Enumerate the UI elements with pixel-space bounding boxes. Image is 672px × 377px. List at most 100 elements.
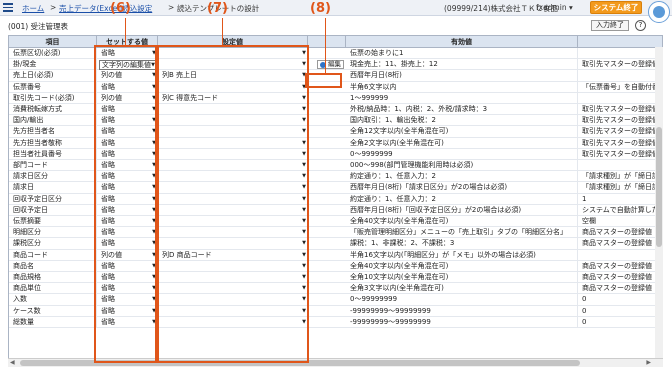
row-item-label: ケース数 <box>9 305 97 317</box>
user-menu[interactable]: fxadmin ▾ <box>536 3 573 12</box>
valid-value-text: 課税：1、非課税：2、不課税：3 <box>346 238 578 250</box>
valid-value-text: 全角12文字以内(全半角混在可) <box>346 126 578 138</box>
valid-value-text: 全角2文字以内(全半角混在可) <box>346 137 578 149</box>
default-value-text <box>578 250 662 261</box>
hamburger-menu-icon[interactable] <box>3 3 13 12</box>
default-value-text: 商品マスターの登録値 <box>582 273 652 281</box>
default-value-text: 取引先マスターの登録値 <box>582 138 659 147</box>
row-item-label: 入数 <box>9 294 97 306</box>
edit-label: 編集 <box>328 60 341 69</box>
row-item-label: 先方担当者名 <box>9 126 97 138</box>
valid-value-text: 国内取引：1、輸出免税：2 <box>346 115 578 127</box>
row-item-label: 国内/輸出 <box>9 115 97 127</box>
column-header-valid-value: 有効値 <box>346 36 578 48</box>
valid-value-text: 全角3文字以内(全半角混在可) <box>346 283 578 295</box>
valid-value-text: 西暦年月日(8桁) <box>346 70 578 82</box>
breadcrumb-home[interactable]: ホーム <box>22 3 44 14</box>
default-value-text: 商品マスターの登録値 <box>582 284 652 293</box>
default-value-text: 取引先マスターの登録値 <box>582 149 659 158</box>
valid-value-text: 伝票の始まりに1 <box>346 48 578 59</box>
default-value-text: 商品マスターの登録値 <box>582 239 652 248</box>
callout-8-line <box>325 18 326 74</box>
row-item-label: 総数量 <box>9 316 97 328</box>
valid-value-text: 全角40文字以内(全半角混在可) <box>346 260 578 272</box>
vertical-scroll-thumb[interactable] <box>656 127 662 247</box>
breadcrumb-sales-import[interactable]: 売上データ(Excel)読込設定 <box>59 3 152 14</box>
default-value-text: 「請求種別」が「締日請 <box>582 172 659 181</box>
breadcrumb-separator: > <box>168 3 175 12</box>
default-value-text: 取引先マスターの登録値 <box>582 60 659 69</box>
valid-value-text: 000〜998(部門管理機能利用時は必須) <box>346 160 578 171</box>
row-item-label: 請求日区分 <box>9 171 97 183</box>
column-header-edit <box>308 36 346 48</box>
row-item-label: 消費税転嫁方式 <box>9 104 97 115</box>
valid-value-text: 1〜999999 <box>346 92 578 104</box>
row-item-label: 伝票番号 <box>9 81 97 93</box>
default-value-text: 0 <box>582 306 587 315</box>
row-item-label: 売上日(必須) <box>9 70 97 82</box>
valid-value-text: 0〜9999999 <box>346 148 578 160</box>
valid-value-text: 約定通り：1、任意入力：2 <box>346 193 578 205</box>
input-end-button[interactable]: 入力終了 <box>591 20 629 31</box>
valid-value-text: -99999999〜99999999 <box>346 305 578 317</box>
valid-value-text: 西暦年月日(8桁)「回収予定日区分」が2の場合は必須) <box>346 204 578 216</box>
column-header-extra <box>578 36 662 48</box>
default-value-text: 「伝票番号」を自動付番 <box>582 82 659 91</box>
row-item-label: 課税区分 <box>9 238 97 250</box>
top-bar: ホーム > 売上データ(Excel)読込設定 > 読込テンプレートの設計 (09… <box>0 0 672 23</box>
default-value-text: 商品マスターの登録値 <box>582 228 652 237</box>
system-exit-button[interactable]: システム終了 <box>590 1 642 14</box>
column-header-item: 項目 <box>9 36 97 48</box>
row-item-label: 明細区分 <box>9 227 97 239</box>
default-value-text: 取引先マスターの登録値 <box>582 116 659 125</box>
valid-value-text: 西暦年月日(8桁)「請求日区分」が2の場合は必須) <box>346 182 578 194</box>
valid-value-text: 半角6文字以内 <box>346 81 578 93</box>
valid-value-text: 0〜99999999 <box>346 294 578 306</box>
valid-value-text: 全角10文字以内(全半角混在可) <box>346 272 578 283</box>
valid-value-text: 半角16文字以内(「明細区分」が「メモ」以外の場合は必須) <box>346 249 578 261</box>
default-value-text <box>578 48 662 59</box>
row-item-label: 掛/現金 <box>9 59 97 71</box>
default-value-text: 0 <box>582 317 587 326</box>
default-value-text: 取引先マスターの登録値 <box>582 105 659 113</box>
default-value-text <box>578 70 662 81</box>
avatar[interactable] <box>648 1 670 23</box>
row-item-label: 取引先コード(必須) <box>9 92 97 104</box>
default-value-text <box>578 93 662 104</box>
valid-value-text: 外税/納品時：1、内税：2、外税/請求時：3 <box>346 104 578 115</box>
valid-value-text: 現金売上：11、掛売上：12 <box>346 59 578 71</box>
scroll-left-icon[interactable]: ◀ <box>10 359 15 366</box>
row-item-label: 請求日 <box>9 182 97 194</box>
default-value-text: 取引先マスターの登録値 <box>582 127 659 136</box>
highlight-set-value-column <box>94 45 157 363</box>
default-value-text: 「請求種別」が「締日請 <box>582 183 659 192</box>
row-item-label: 部門コード <box>9 160 97 171</box>
help-icon[interactable]: ? <box>635 20 646 31</box>
row-item-label: 伝票摘要 <box>9 216 97 227</box>
row-item-label: 回収予定日 <box>9 204 97 216</box>
row-item-label: 商品コード <box>9 249 97 261</box>
callout-7: (7) <box>207 1 228 16</box>
page-title: (001) 受注管理表 <box>8 22 69 31</box>
default-value-text: 1 <box>582 194 587 203</box>
default-value-text: 0 <box>582 295 587 304</box>
scroll-right-icon[interactable]: ▶ <box>646 359 651 366</box>
callout-8: (8) <box>310 1 331 16</box>
callout-6: (6) <box>110 1 131 16</box>
valid-value-text: 約定通り：1、任意入力：2 <box>346 171 578 183</box>
row-item-label: 担当者社員番号 <box>9 148 97 160</box>
default-value-text: 商品マスターの登録値 <box>582 261 652 270</box>
valid-value-text: 「販売管理明細区分」メニューの「売上取引」タブの「明細区分名」 <box>346 227 578 239</box>
valid-value-text: -99999999〜99999999 <box>346 316 578 328</box>
edit-button[interactable]: 編集 <box>317 60 344 70</box>
row-item-label: 商品単位 <box>9 283 97 295</box>
row-item-label: 伝票区切(必須) <box>9 48 97 59</box>
callout-7-line <box>222 18 223 46</box>
row-item-label: 先方担当者敬称 <box>9 137 97 149</box>
breadcrumb-separator: > <box>50 3 57 12</box>
row-item-label: 回収予定日区分 <box>9 193 97 205</box>
row-item-label: 商品名 <box>9 260 97 272</box>
default-value-text <box>578 160 662 171</box>
vertical-scrollbar[interactable] <box>655 47 663 358</box>
default-value-text: システムで自動計算した <box>582 205 659 214</box>
